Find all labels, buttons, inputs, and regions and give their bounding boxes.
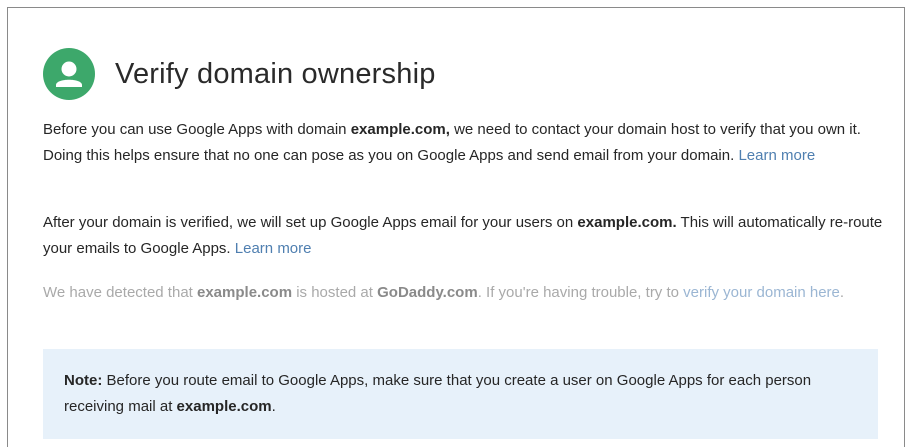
- learn-more-link-1[interactable]: Learn more: [738, 147, 815, 164]
- host-domain: example.com: [197, 284, 293, 301]
- note-box: Note: Before you route email to Google A…: [43, 349, 878, 439]
- host-detection-paragraph: We have detected that example.com is hos…: [43, 280, 883, 306]
- note-label: Note:: [64, 372, 103, 389]
- page-header: Verify domain ownership: [43, 48, 436, 100]
- host-text-middle: is hosted at: [292, 284, 378, 301]
- host-text-before: We have detected that: [43, 284, 197, 301]
- verify-domain-link[interactable]: verify your domain here: [683, 284, 840, 301]
- note-domain: example.com: [176, 398, 272, 415]
- user-avatar-icon: [43, 48, 95, 100]
- learn-more-link-2[interactable]: Learn more: [235, 240, 312, 257]
- verification-text-before: After your domain is verified, we will s…: [43, 214, 578, 231]
- intro-domain: example.com,: [350, 121, 450, 138]
- page-title: Verify domain ownership: [115, 57, 436, 90]
- note-text-end: .: [271, 398, 276, 415]
- host-text-after: . If you're having trouble, try to: [477, 284, 684, 301]
- intro-paragraph: Before you can use Google Apps with doma…: [43, 117, 883, 169]
- verification-domain: example.com.: [577, 214, 677, 231]
- intro-text-before: Before you can use Google Apps with doma…: [43, 121, 351, 138]
- verification-paragraph: After your domain is verified, we will s…: [43, 210, 883, 262]
- host-text-end: .: [839, 284, 845, 301]
- host-name: GoDaddy.com: [377, 284, 478, 301]
- person-icon: [56, 61, 82, 87]
